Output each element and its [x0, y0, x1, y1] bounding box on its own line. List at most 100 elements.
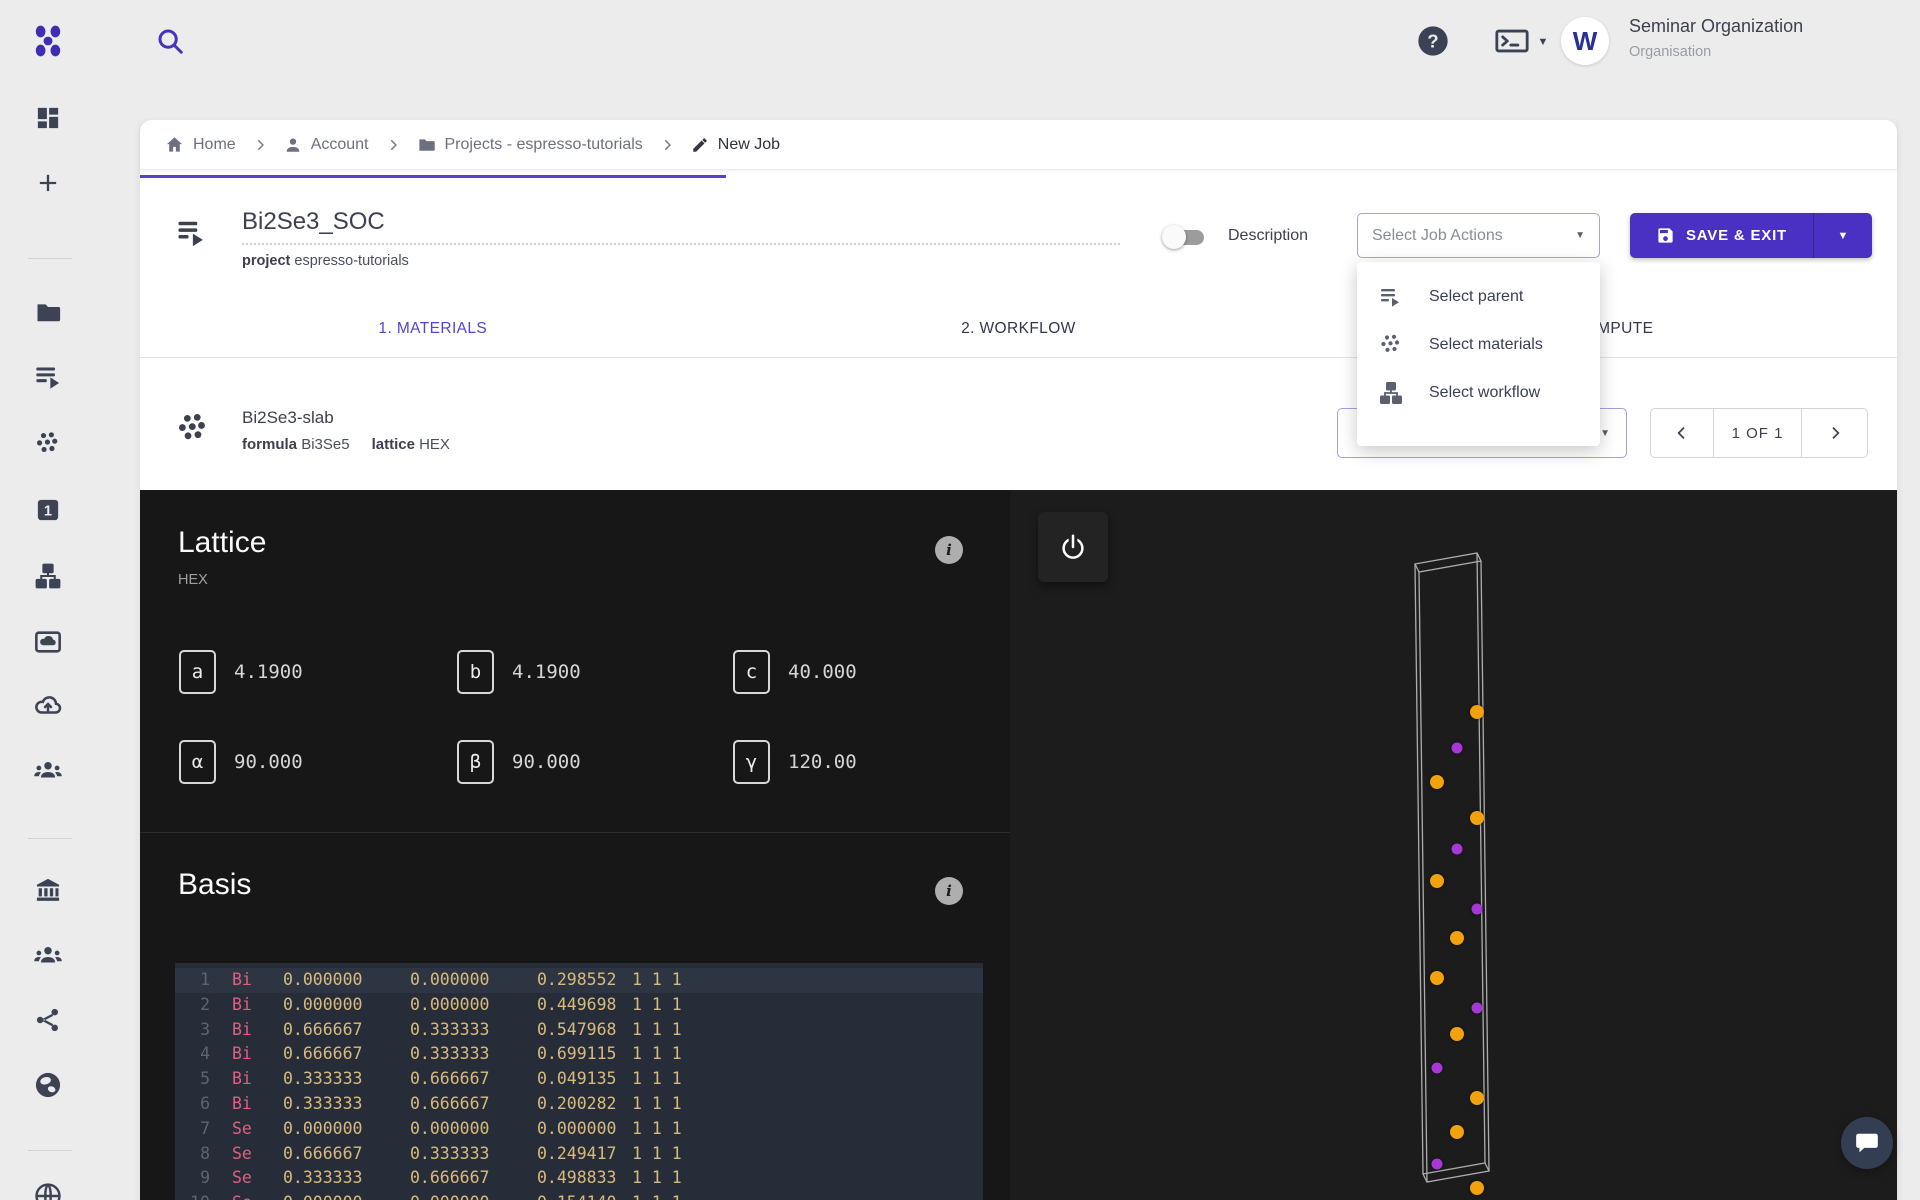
- atom-purple: [1472, 904, 1483, 915]
- console-caret-icon[interactable]: ▼: [1538, 36, 1549, 48]
- folder-icon: [417, 135, 436, 154]
- save-icon: [1656, 226, 1675, 245]
- list-play-icon: [1379, 285, 1403, 309]
- chevron-down-icon: ▼: [1575, 230, 1585, 241]
- lattice-info-icon[interactable]: i: [935, 536, 963, 564]
- lattice-section-title: Lattice: [178, 526, 266, 560]
- param-value[interactable]: 90.000: [512, 751, 581, 773]
- org-name[interactable]: Seminar Organization: [1629, 16, 1803, 37]
- tab-workflow[interactable]: 2. WORKFLOW: [726, 300, 1312, 357]
- sidebar-divider: [28, 258, 72, 259]
- save-exit-button[interactable]: SAVE & EXIT ▼: [1630, 213, 1872, 258]
- job-project: project espresso-tutorials: [242, 253, 409, 269]
- team-icon[interactable]: [33, 755, 63, 785]
- job-title[interactable]: Bi2Se3_SOC: [242, 208, 385, 236]
- breadcrumb-current: New Job: [691, 136, 780, 154]
- chevron-right-icon: [253, 138, 267, 152]
- basis-row: 4Bi0.6666670.3333330.6991151 1 1: [175, 1042, 983, 1067]
- param-symbol: a: [179, 650, 216, 694]
- dashboard-icon[interactable]: [35, 105, 62, 132]
- chat-launcher[interactable]: [1841, 1117, 1893, 1169]
- organization-bank-icon[interactable]: [34, 876, 62, 904]
- param-symbol: c: [733, 650, 770, 694]
- lattice-param-beta: β 90.000: [457, 740, 581, 784]
- atom-purple: [1452, 743, 1463, 754]
- material-atoms-icon: [176, 412, 210, 446]
- basis-row: 7Se0.0000000.0000000.0000001 1 1: [175, 1117, 983, 1142]
- basis-row: 3Bi0.6666670.3333330.5479681 1 1: [175, 1018, 983, 1043]
- lattice-param-c: c 40.000: [733, 650, 857, 694]
- param-value[interactable]: 4.1900: [234, 661, 303, 683]
- tab-materials[interactable]: 1. MATERIALS: [140, 300, 726, 357]
- sidebar-divider: [28, 838, 72, 839]
- material-name[interactable]: Bi2Se3-slab: [242, 408, 334, 428]
- help-icon[interactable]: ?: [1417, 25, 1449, 57]
- console-icon[interactable]: [1494, 27, 1530, 55]
- menu-item-select-parent[interactable]: Select parent: [1357, 273, 1600, 321]
- basis-editor[interactable]: 1Bi0.0000000.0000000.2985521 1 12Bi0.000…: [175, 963, 983, 1200]
- param-value[interactable]: 40.000: [788, 661, 857, 683]
- materials-atoms-icon[interactable]: [35, 431, 62, 458]
- share-icon[interactable]: [35, 1007, 62, 1034]
- app-logo-icon[interactable]: [29, 22, 67, 60]
- save-exit-main[interactable]: SAVE & EXIT: [1630, 226, 1813, 245]
- explore-globe-icon[interactable]: [34, 1182, 63, 1200]
- breadcrumb-home[interactable]: Home: [165, 135, 236, 154]
- menu-item-select-materials[interactable]: Select materials: [1357, 321, 1600, 369]
- param-value[interactable]: 4.1900: [512, 661, 581, 683]
- one-badge-icon[interactable]: 1: [35, 497, 62, 524]
- images-icon[interactable]: [34, 628, 62, 656]
- title-divider: [242, 243, 1120, 245]
- atom-orange: [1470, 811, 1484, 825]
- atom-purple: [1432, 1063, 1443, 1074]
- breadcrumb: Home Account Projects - espresso-tutoria…: [140, 120, 1897, 170]
- description-toggle[interactable]: [1162, 224, 1208, 250]
- basis-editor-lines: 1Bi0.0000000.0000000.2985521 1 12Bi0.000…: [175, 968, 983, 1200]
- projects-folder-icon[interactable]: [34, 298, 62, 326]
- globe-icon[interactable]: [34, 1071, 63, 1100]
- atom-orange: [1470, 1091, 1484, 1105]
- atom-purple: [1452, 844, 1463, 855]
- viewer-atoms: [1010, 490, 1897, 1200]
- pager-next-button[interactable]: [1801, 409, 1867, 457]
- job-actions-placeholder: Select Job Actions: [1372, 227, 1575, 245]
- tab-bar: 1. MATERIALS 2. WORKFLOW 3. COMPUTE: [140, 300, 1897, 358]
- active-tab-indicator: [140, 175, 726, 178]
- basis-row: 6Bi0.3333330.6666670.2002821 1 1: [175, 1092, 983, 1117]
- breadcrumb-project[interactable]: Projects - espresso-tutorials: [417, 135, 643, 154]
- toggle-knob: [1162, 225, 1186, 249]
- people-icon[interactable]: [33, 940, 63, 970]
- atom-orange: [1430, 971, 1444, 985]
- atom-orange: [1450, 1125, 1464, 1139]
- material-editor-panel: Lattice i HEX a 4.1900 b 4.1900 c 40.000…: [140, 490, 1010, 1200]
- jobs-list-icon[interactable]: [34, 364, 62, 392]
- add-icon[interactable]: [34, 169, 62, 197]
- material-meta: formula Bi3Se5lattice HEX: [242, 436, 450, 453]
- param-symbol: γ: [733, 740, 770, 784]
- atom-orange: [1470, 1181, 1484, 1195]
- save-more-arrow[interactable]: ▼: [1813, 213, 1872, 258]
- chevron-down-icon: ▼: [1838, 230, 1849, 242]
- cloud-upload-icon[interactable]: [33, 690, 63, 720]
- avatar[interactable]: W: [1561, 17, 1609, 65]
- basis-info-icon[interactable]: i: [935, 877, 963, 905]
- section-divider: [140, 832, 1010, 833]
- set-parent-icon[interactable]: [176, 218, 206, 248]
- basis-row: 9Se0.3333330.6666670.4988331 1 1: [175, 1166, 983, 1191]
- workflows-icon[interactable]: [35, 563, 62, 590]
- job-actions-menu: Select parent Select materials Select wo…: [1357, 262, 1600, 446]
- breadcrumb-account[interactable]: Account: [284, 136, 369, 154]
- avatar-letter: W: [1573, 26, 1598, 57]
- param-value[interactable]: 120.00: [788, 751, 857, 773]
- pager-prev-button[interactable]: [1651, 409, 1714, 457]
- param-value[interactable]: 90.000: [234, 751, 303, 773]
- atom-orange: [1430, 874, 1444, 888]
- person-icon: [284, 136, 302, 154]
- structure-viewer[interactable]: [1010, 490, 1897, 1200]
- menu-item-select-workflow[interactable]: Select workflow: [1357, 369, 1600, 417]
- home-icon: [165, 135, 184, 154]
- basis-row: 10Se0.0000000.0000000.1541401 1 1: [175, 1191, 983, 1200]
- search-icon[interactable]: [155, 26, 185, 56]
- job-actions-select[interactable]: Select Job Actions ▼: [1357, 213, 1600, 258]
- svg-text:1: 1: [44, 504, 52, 520]
